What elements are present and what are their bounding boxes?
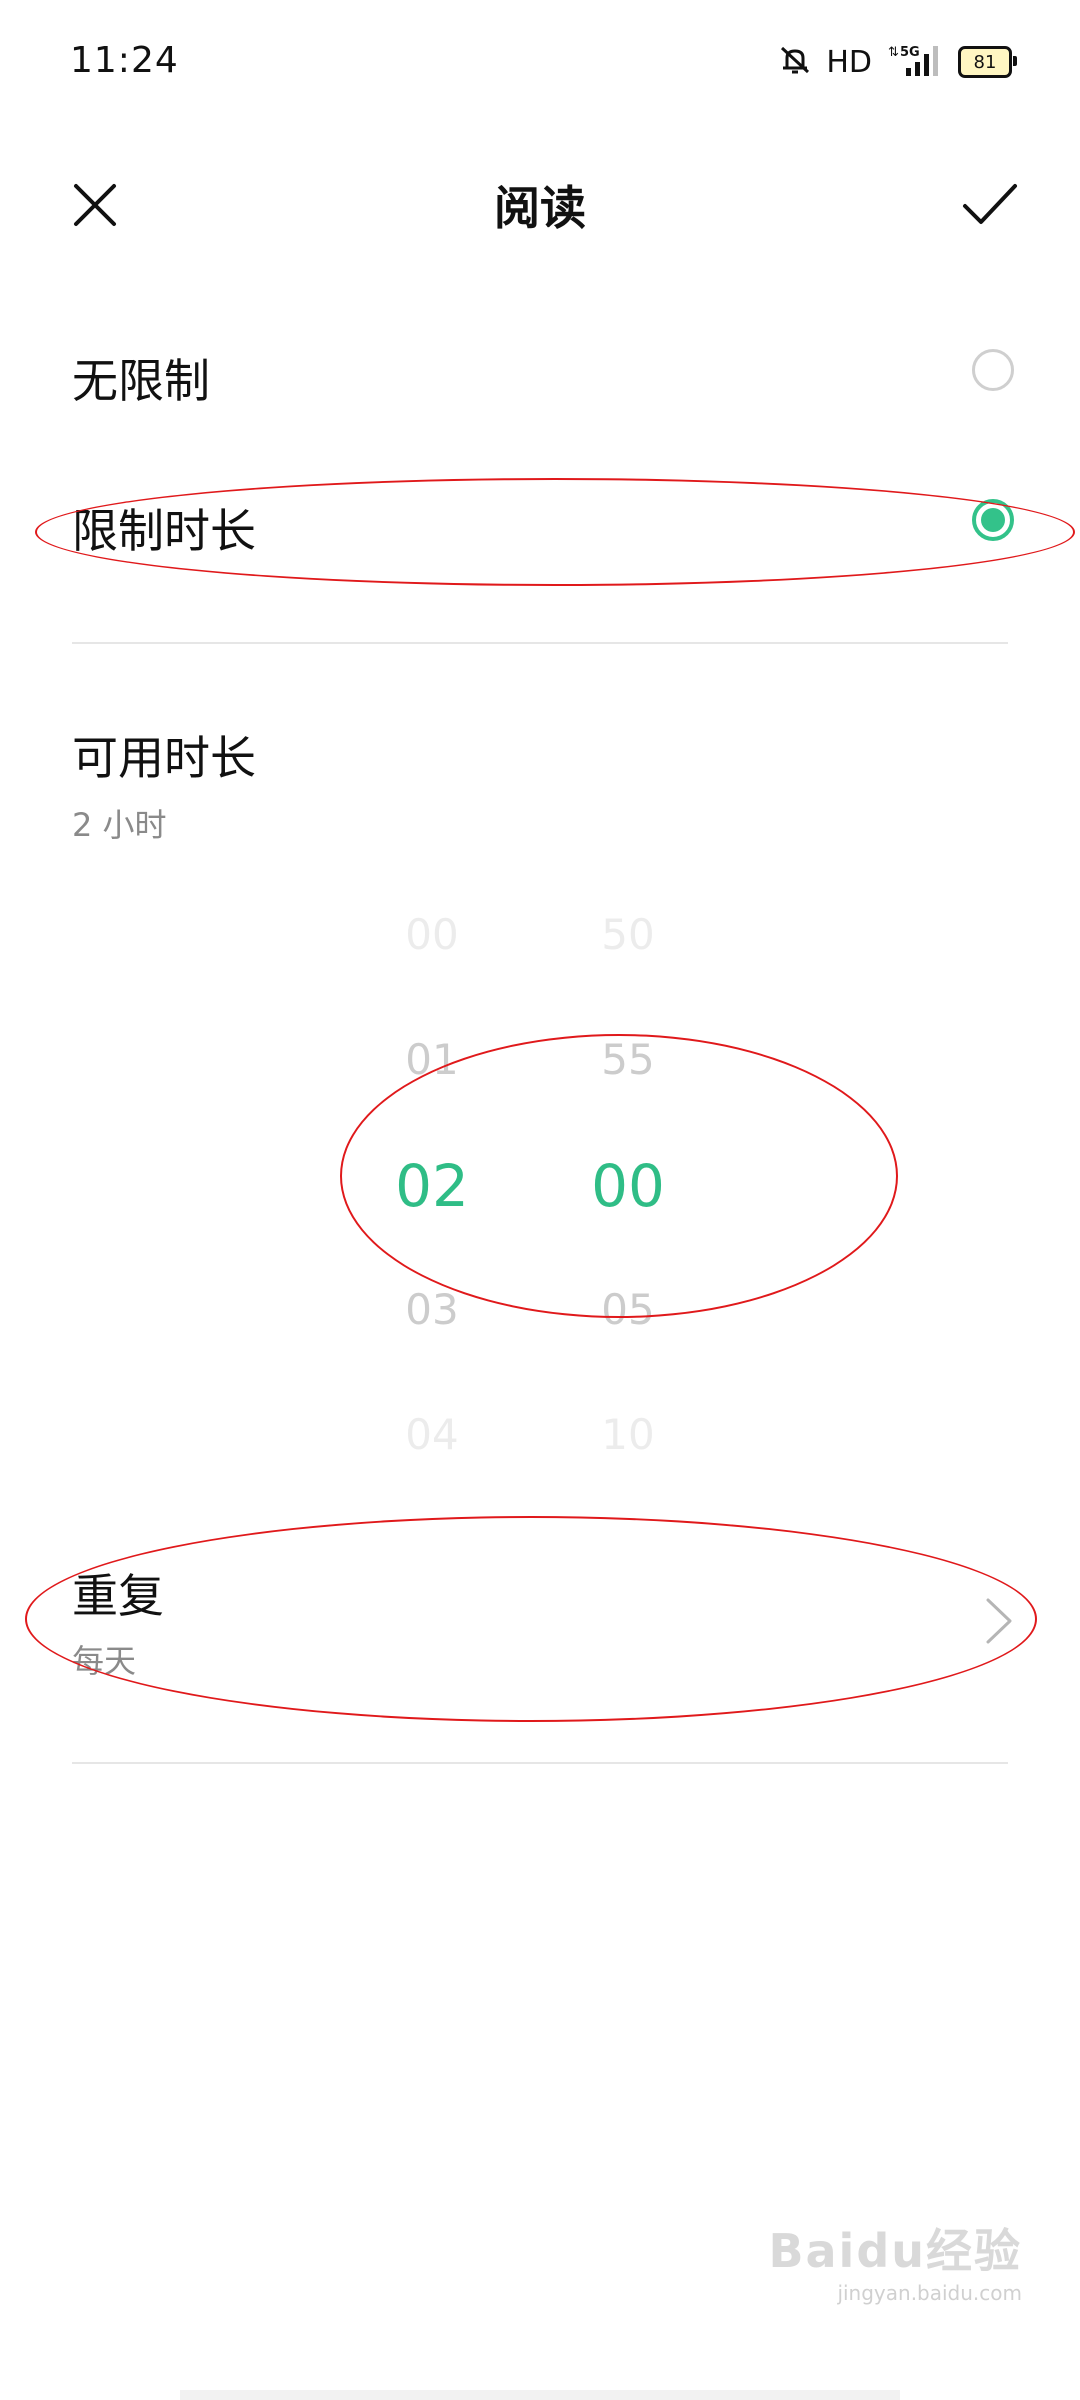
svg-text:⇅: ⇅ (888, 45, 899, 60)
gesture-bar (180, 2390, 900, 2400)
check-icon (963, 184, 1017, 224)
repeat-value: 每天 (72, 1642, 137, 1680)
confirm-button[interactable] (950, 170, 1030, 240)
signal-icon: ⇅ 5G (886, 42, 944, 82)
chevron-right-icon (986, 1598, 1012, 1644)
title-bar: 阅读 (0, 150, 1080, 260)
minute-option[interactable]: 50 (548, 910, 708, 959)
hour-option[interactable]: 00 (352, 910, 512, 959)
minute-option[interactable]: 10 (548, 1410, 708, 1459)
repeat-title: 重复 (72, 1569, 164, 1623)
hd-indicator: HD (826, 44, 872, 80)
hour-option[interactable]: 01 (352, 1035, 512, 1084)
watermark-logo: Baidu经验 (768, 2224, 1022, 2278)
page-title: 阅读 (494, 181, 586, 235)
option-unlimited[interactable]: 无限制 (0, 315, 1080, 435)
watermark: Baidu经验 jingyan.baidu.com (768, 2215, 1022, 2305)
hour-option[interactable]: 04 (352, 1410, 512, 1459)
radio-unlimited[interactable] (972, 349, 1014, 391)
option-limit-duration-label: 限制时长 (72, 504, 256, 558)
minute-option-selected[interactable]: 00 (548, 1152, 708, 1220)
radio-limit-duration[interactable] (972, 499, 1014, 541)
screen: 11:24 HD ⇅ 5G 81 阅读 无限制 限制时长 可用时长 2 小时 0… (0, 0, 1080, 2400)
status-bar: 11:24 HD ⇅ 5G 81 (0, 0, 1080, 130)
mute-icon (778, 44, 812, 80)
minute-option[interactable]: 55 (548, 1035, 708, 1084)
battery-level: 81 (973, 51, 997, 73)
status-icons: HD ⇅ 5G 81 (778, 42, 1017, 82)
available-time-title: 可用时长 (72, 731, 256, 785)
hour-option-selected[interactable]: 02 (352, 1152, 512, 1220)
minute-option[interactable]: 05 (548, 1285, 708, 1334)
battery-icon: 81 (958, 46, 1017, 78)
watermark-url: jingyan.baidu.com (837, 2281, 1022, 2305)
divider (72, 1762, 1008, 1764)
repeat-row[interactable]: 重复 每天 (0, 1540, 1080, 1680)
option-limit-duration[interactable]: 限制时长 (0, 465, 1080, 585)
hour-option[interactable]: 03 (352, 1285, 512, 1334)
status-time: 11:24 (70, 40, 179, 81)
divider (72, 642, 1008, 644)
available-time-value: 2 小时 (72, 806, 167, 844)
option-unlimited-label: 无限制 (72, 354, 210, 408)
network-type-label: 5G (900, 45, 920, 60)
